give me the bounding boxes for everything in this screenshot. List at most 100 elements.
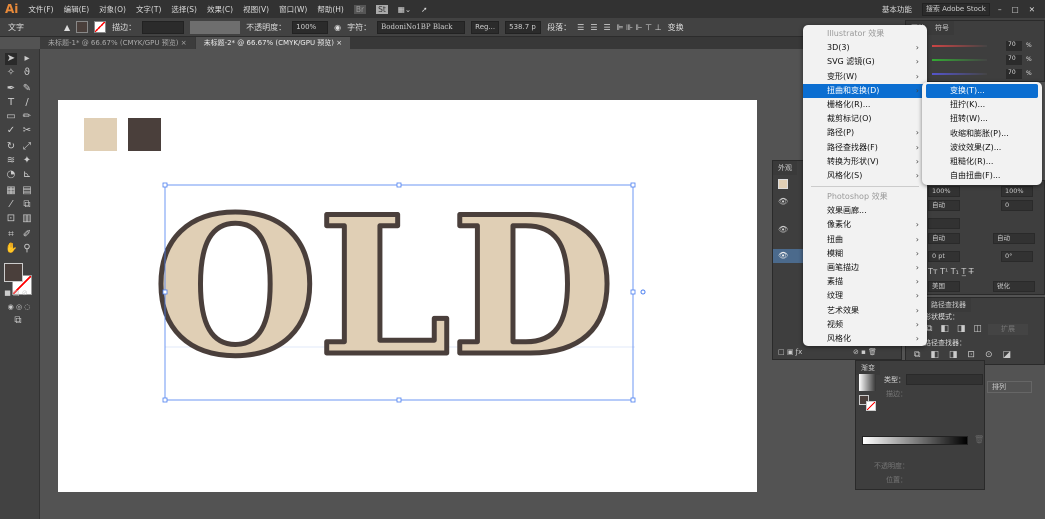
font-style-select[interactable]: Reg... (471, 20, 500, 34)
direct-selection-tool-icon[interactable]: ▸ (21, 53, 33, 65)
color-swatch-dark[interactable] (128, 118, 161, 151)
opacity-input[interactable]: 100% (292, 20, 329, 34)
shaper-tool-icon[interactable]: ✓ (5, 125, 17, 137)
gradient-tool-icon[interactable]: ▤ (21, 185, 33, 197)
menu-effect[interactable]: 效果(C) (207, 4, 233, 15)
gradient-type-select[interactable] (906, 374, 983, 385)
perspective-grid-icon[interactable]: ⊾ (21, 169, 33, 181)
menu-item[interactable]: 转换为形状(V) › (803, 155, 927, 169)
pen-tool-icon[interactable]: ✒ (5, 83, 17, 95)
channel-value-input[interactable]: 70 (1006, 55, 1022, 65)
channel-slider[interactable] (932, 59, 987, 61)
tracking-input[interactable]: 0 (1001, 200, 1033, 211)
color-swatch-light[interactable] (84, 118, 117, 151)
visibility-eye-icon[interactable]: 👁 (778, 197, 788, 206)
menu-window[interactable]: 窗口(W) (279, 4, 307, 15)
gradient-stroke-swatch[interactable] (866, 401, 876, 411)
tab-document-2[interactable]: 未标题-2* @ 66.67% (CMYK/GPU 预览) × (195, 37, 351, 49)
menu-item[interactable]: 3D(3) › (803, 41, 927, 55)
appearance-footer-icons[interactable]: □ ▣ ƒx (778, 348, 802, 356)
menu-item[interactable]: 扭曲 › (803, 233, 927, 247)
variable-width-select[interactable] (190, 20, 241, 34)
text-style-icons[interactable]: Tт T¹ T₁ T̲ T̶ (928, 267, 974, 276)
menu-object[interactable]: 对象(O) (99, 4, 126, 15)
align-left-icon[interactable]: ☰ (577, 23, 584, 32)
slice-tool-icon[interactable]: ✐ (21, 229, 33, 241)
menu-item[interactable]: 裁剪标记(O) (803, 112, 927, 126)
warp-tool-icon[interactable]: ≋ (5, 155, 17, 167)
close-tab-icon[interactable]: × (181, 39, 187, 47)
recolor-icon[interactable]: ◉ (334, 23, 341, 32)
horizontal-scale-input[interactable]: 100% (1001, 186, 1033, 197)
stock-button[interactable]: St (376, 4, 388, 14)
menu-item[interactable]: 效果画廊... (803, 204, 927, 218)
scissors-icon[interactable]: ✂ (21, 125, 33, 137)
appearance-title[interactable]: 外观 (773, 161, 797, 175)
channel-slider[interactable] (932, 73, 987, 75)
type-tool-icon[interactable]: T (5, 97, 17, 109)
shape-mode-buttons[interactable]: ⧉◧◨◫ (926, 324, 990, 334)
fill-swatch[interactable] (76, 21, 89, 33)
vertical-scale-input[interactable]: 100% (928, 186, 960, 197)
submenu-item[interactable]: 扭拧(K)... (926, 98, 1038, 112)
submenu-item[interactable]: 粗糙化(R)... (926, 155, 1038, 169)
submenu-item[interactable]: 自由扭曲(F)... (926, 169, 1038, 183)
menu-item[interactable]: 路径查找器(F) › (803, 141, 927, 155)
rotation-input[interactable]: 0° (1001, 251, 1033, 262)
color-mode-icons[interactable]: ■ ▤ ⊘ (4, 287, 28, 299)
zoom-tool-icon[interactable]: ⚲ (21, 243, 33, 255)
visibility-eye-icon[interactable]: 👁 (778, 251, 788, 260)
hand-tool-icon[interactable]: ✋ (5, 243, 17, 255)
menu-item[interactable]: 画笔描边 › (803, 261, 927, 275)
font-family-select[interactable]: BodoniNo1BP Black (377, 20, 466, 34)
close-button[interactable]: ✕ (1029, 5, 1035, 14)
menu-item[interactable]: 变形(W) › (803, 70, 927, 84)
align-center-icon[interactable]: ☰ (590, 23, 597, 32)
menu-item[interactable]: 风格化(S) › (803, 169, 927, 183)
paintbrush-icon[interactable]: ✏ (21, 111, 33, 123)
pathfinder-buttons[interactable]: ⧉◧◨⊡⊙◪ (914, 350, 1021, 360)
align-right-icon[interactable]: ☰ (603, 23, 610, 32)
menu-help[interactable]: 帮助(H) (317, 4, 344, 15)
menu-item[interactable]: 素描 › (803, 275, 927, 289)
selection-tool-icon[interactable]: ➤ (5, 53, 17, 65)
menu-item[interactable]: 纹理 › (803, 289, 927, 303)
tab-symbols[interactable]: 符号 (930, 21, 954, 35)
tab-document-1[interactable]: 未标题-1* @ 66.67% (CMYK/GPU 预览) × (40, 37, 195, 49)
line-tool-icon[interactable]: / (21, 97, 33, 109)
leading-input[interactable]: 自动 (928, 200, 960, 211)
arrange-icon[interactable]: ▦⌄ (398, 5, 411, 14)
menu-view[interactable]: 视图(V) (243, 4, 269, 15)
menu-file[interactable]: 文件(F) (28, 4, 53, 15)
bridge-button[interactable]: Br (353, 4, 367, 14)
align-objects-icon[interactable]: ⊫ ⊪ ⊩ ⊤ ⊥ (617, 23, 662, 32)
channel-slider[interactable] (932, 45, 987, 47)
menu-select[interactable]: 选择(S) (171, 4, 197, 15)
menu-item[interactable]: 风格化 › (803, 332, 927, 346)
puppet-warp-icon[interactable]: ✦ (21, 155, 33, 167)
maximize-button[interactable]: □ (1012, 5, 1019, 14)
gradient-title[interactable]: 渐变 (856, 361, 880, 375)
menu-item[interactable]: 视频 › (803, 318, 927, 332)
blend-tool-icon[interactable]: ⧉ (21, 199, 33, 211)
expand-button[interactable]: 扩展 (988, 324, 1028, 335)
menu-item[interactable]: 模糊 › (803, 247, 927, 261)
channel-value-input[interactable]: 70 (1006, 41, 1022, 51)
menu-item[interactable]: 像素化 › (803, 218, 927, 232)
aki-left-input[interactable]: 自动 (928, 233, 960, 244)
stock-search-input[interactable]: 搜索 Adobe Stock (921, 2, 990, 16)
artboard-tool-icon[interactable]: ⌗ (5, 229, 17, 241)
mesh-tool-icon[interactable]: ▦ (5, 185, 17, 197)
old-text-artwork[interactable]: OLD (150, 175, 650, 410)
aki-right-input[interactable]: 自动 (993, 233, 1035, 244)
transform-link[interactable]: 变换 (668, 22, 684, 33)
symbol-sprayer-icon[interactable]: ⊡ (5, 213, 17, 225)
old-text[interactable]: OLD (151, 175, 618, 401)
menu-item[interactable]: 栅格化(R)... (803, 98, 927, 112)
rotate-tool-icon[interactable]: ↻ (5, 141, 17, 153)
antialias-select[interactable]: 锐化 (993, 281, 1035, 292)
send-icon[interactable]: ➚ (421, 5, 427, 14)
arrange-button[interactable]: 排列 (987, 381, 1032, 393)
language-select[interactable]: 美国 (928, 281, 960, 292)
delete-stop-icon[interactable]: 🗑 (974, 435, 984, 444)
